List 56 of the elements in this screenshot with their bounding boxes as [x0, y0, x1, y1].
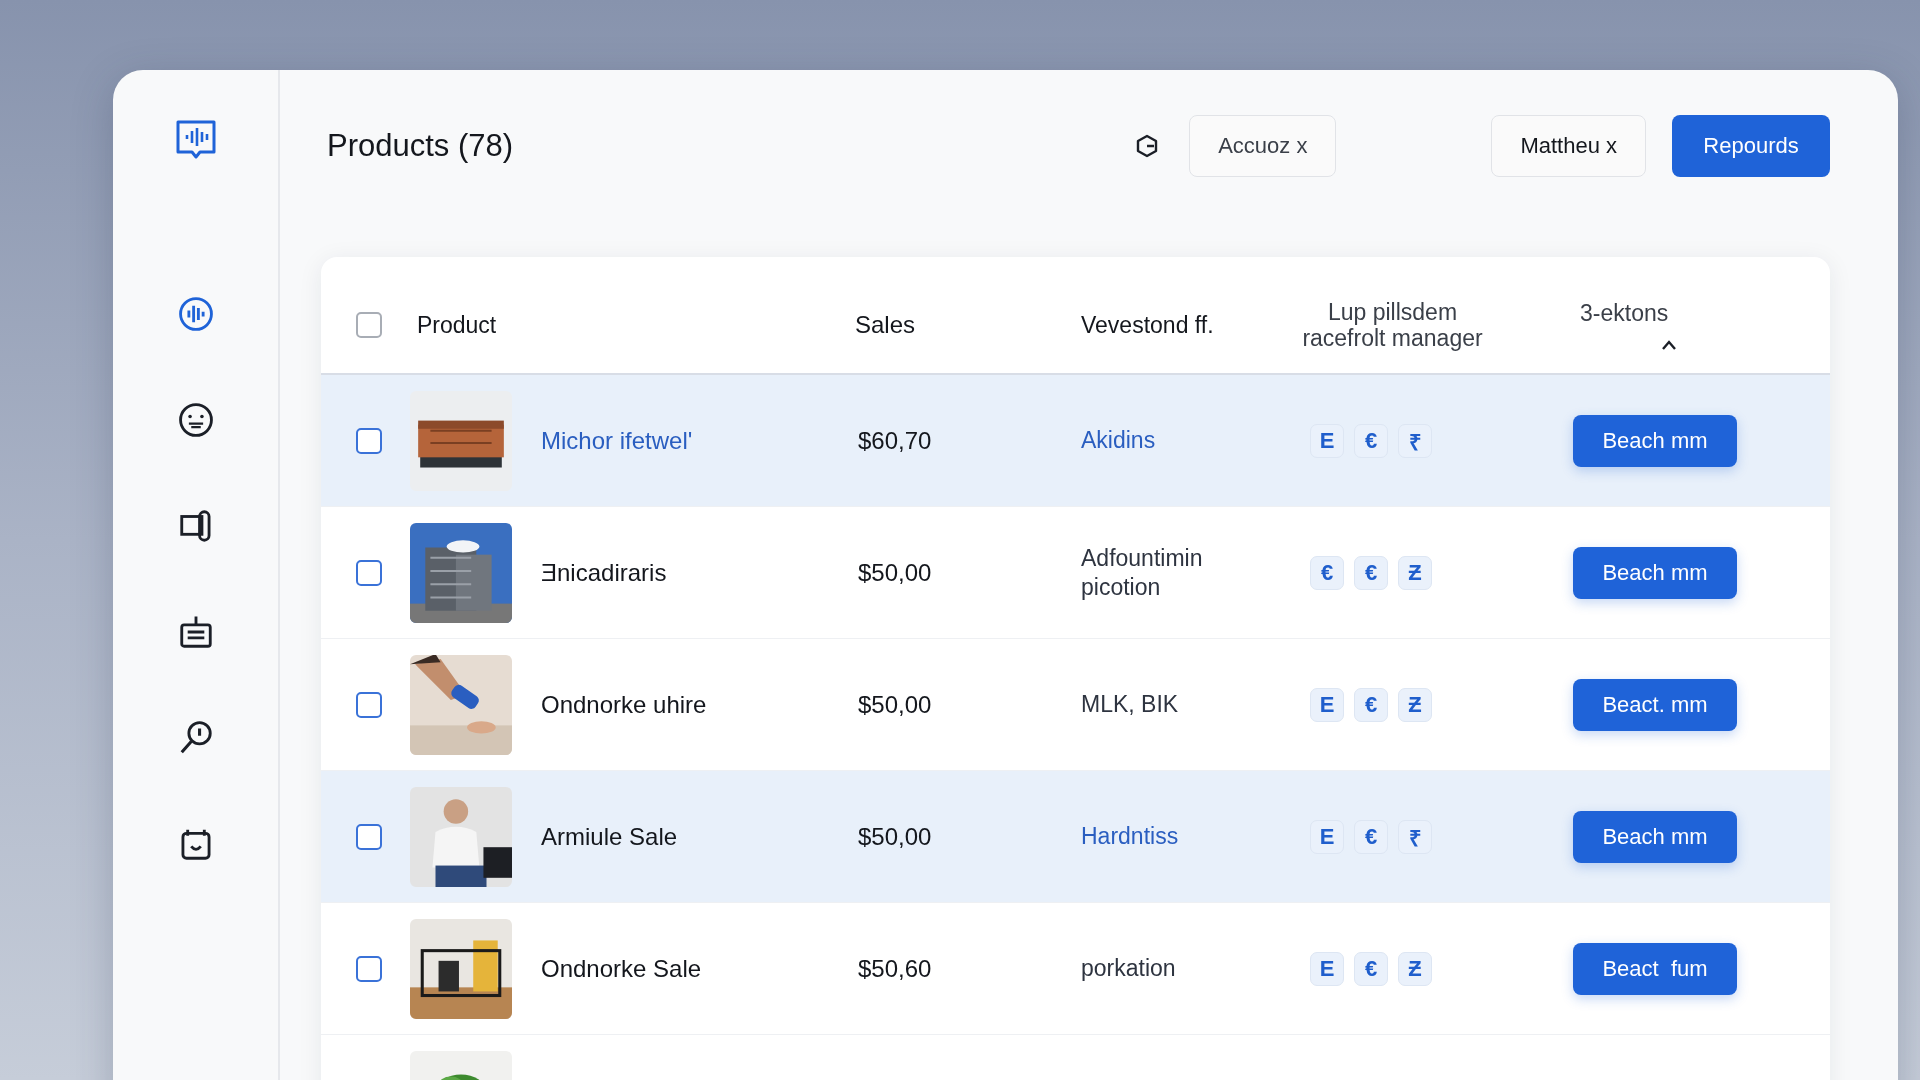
row-checkbox[interactable]: [356, 955, 382, 982]
product-name: Ǝnicadiraris: [541, 558, 668, 587]
filter-chip[interactable]: Accuoz x: [1189, 115, 1337, 177]
column-header: Product: [416, 311, 498, 339]
currency-chip[interactable]: €: [1354, 951, 1388, 986]
column-header: Lup pillsdem racefrolt manager: [1301, 298, 1484, 352]
select-all-checkbox[interactable]: [356, 312, 382, 338]
product-name[interactable]: Michor ifetwel': [541, 426, 858, 455]
caret-icon[interactable]: [1660, 338, 1678, 351]
column-header[interactable]: 3-ektons: [1580, 299, 1669, 327]
sales-cell-text: $60,70: [858, 426, 933, 455]
row-checkbox[interactable]: [356, 823, 382, 850]
currency-chip[interactable]: E: [1310, 951, 1344, 986]
column-header: Vevestond ff.: [1081, 311, 1215, 339]
sales-cell-text: $50,00: [858, 558, 933, 587]
currency-chip[interactable]: €: [1354, 687, 1388, 722]
table-row[interactable]: Armiule Sale $50,00 Hardntiss E € ₹ Beach mm: [321, 771, 1830, 903]
action-button[interactable]: Beach mm: [1573, 546, 1737, 599]
table-row[interactable]: Ondnorke Sale $50,60 porkation E € Ƶ Beact fum: [321, 903, 1830, 1035]
action-button[interactable]: Beach mm: [1573, 414, 1737, 467]
table-cell-text: Adfountimin picotion: [1081, 543, 1204, 602]
currency-chip[interactable]: Ƶ: [1398, 951, 1432, 986]
sales-cell-text: $50,00: [858, 822, 933, 851]
currency-chip[interactable]: E: [1310, 819, 1344, 854]
table-cell-text: Hardntiss: [1081, 822, 1180, 851]
table-row[interactable]: Ondnorke uhire $50,00 MLK, BIK E € Ƶ Beact. mm: [321, 639, 1830, 771]
column-header: Sales: [855, 311, 917, 339]
currency-chip[interactable]: E: [1310, 687, 1344, 722]
currency-chip[interactable]: Ƶ: [1398, 687, 1432, 722]
currency-chip[interactable]: €: [1354, 555, 1388, 590]
currency-chip[interactable]: Ƶ: [1398, 555, 1432, 590]
table-row[interactable]: Ǝnicadiraris $50,00 Adfountimin picotion € € Ƶ Beach mm: [321, 507, 1830, 639]
currency-chip[interactable]: ₹: [1398, 819, 1432, 854]
action-button[interactable]: Beact. mm: [1573, 678, 1737, 731]
action-button[interactable]: Beach mm: [1573, 810, 1737, 863]
currency-chip[interactable]: €: [1354, 423, 1388, 458]
row-checkbox[interactable]: [356, 559, 382, 586]
primary-button[interactable]: Repourds: [1672, 115, 1830, 177]
table-cell-text: porkation: [1081, 954, 1177, 983]
product-name: Ondnorke uhire: [541, 690, 708, 719]
sales-cell-text: $50,00: [858, 690, 933, 719]
currency-chip[interactable]: E: [1310, 423, 1344, 458]
action-button[interactable]: Beact fum: [1573, 942, 1737, 995]
currency-chip[interactable]: €: [1310, 555, 1344, 590]
filter-chip[interactable]: Matthеu x: [1491, 115, 1646, 177]
row-checkbox[interactable]: [356, 427, 382, 454]
product-name: Armiule Sale: [541, 822, 679, 851]
product-name: Ondnorke Sale: [541, 954, 703, 983]
table-cell-text: Akidins: [1081, 426, 1157, 455]
row-checkbox[interactable]: [356, 691, 382, 718]
currency-chip[interactable]: €: [1354, 819, 1388, 854]
table-row[interactable]: Michor ifetwel' $60,70 Akidins E € ₹ Beach mm: [321, 375, 1830, 507]
sales-cell-text: $50,60: [858, 954, 933, 983]
page-title: Products (78): [327, 128, 515, 164]
table-cell-text: MLK, BIK: [1081, 690, 1180, 719]
currency-chip[interactable]: ₹: [1398, 423, 1432, 458]
